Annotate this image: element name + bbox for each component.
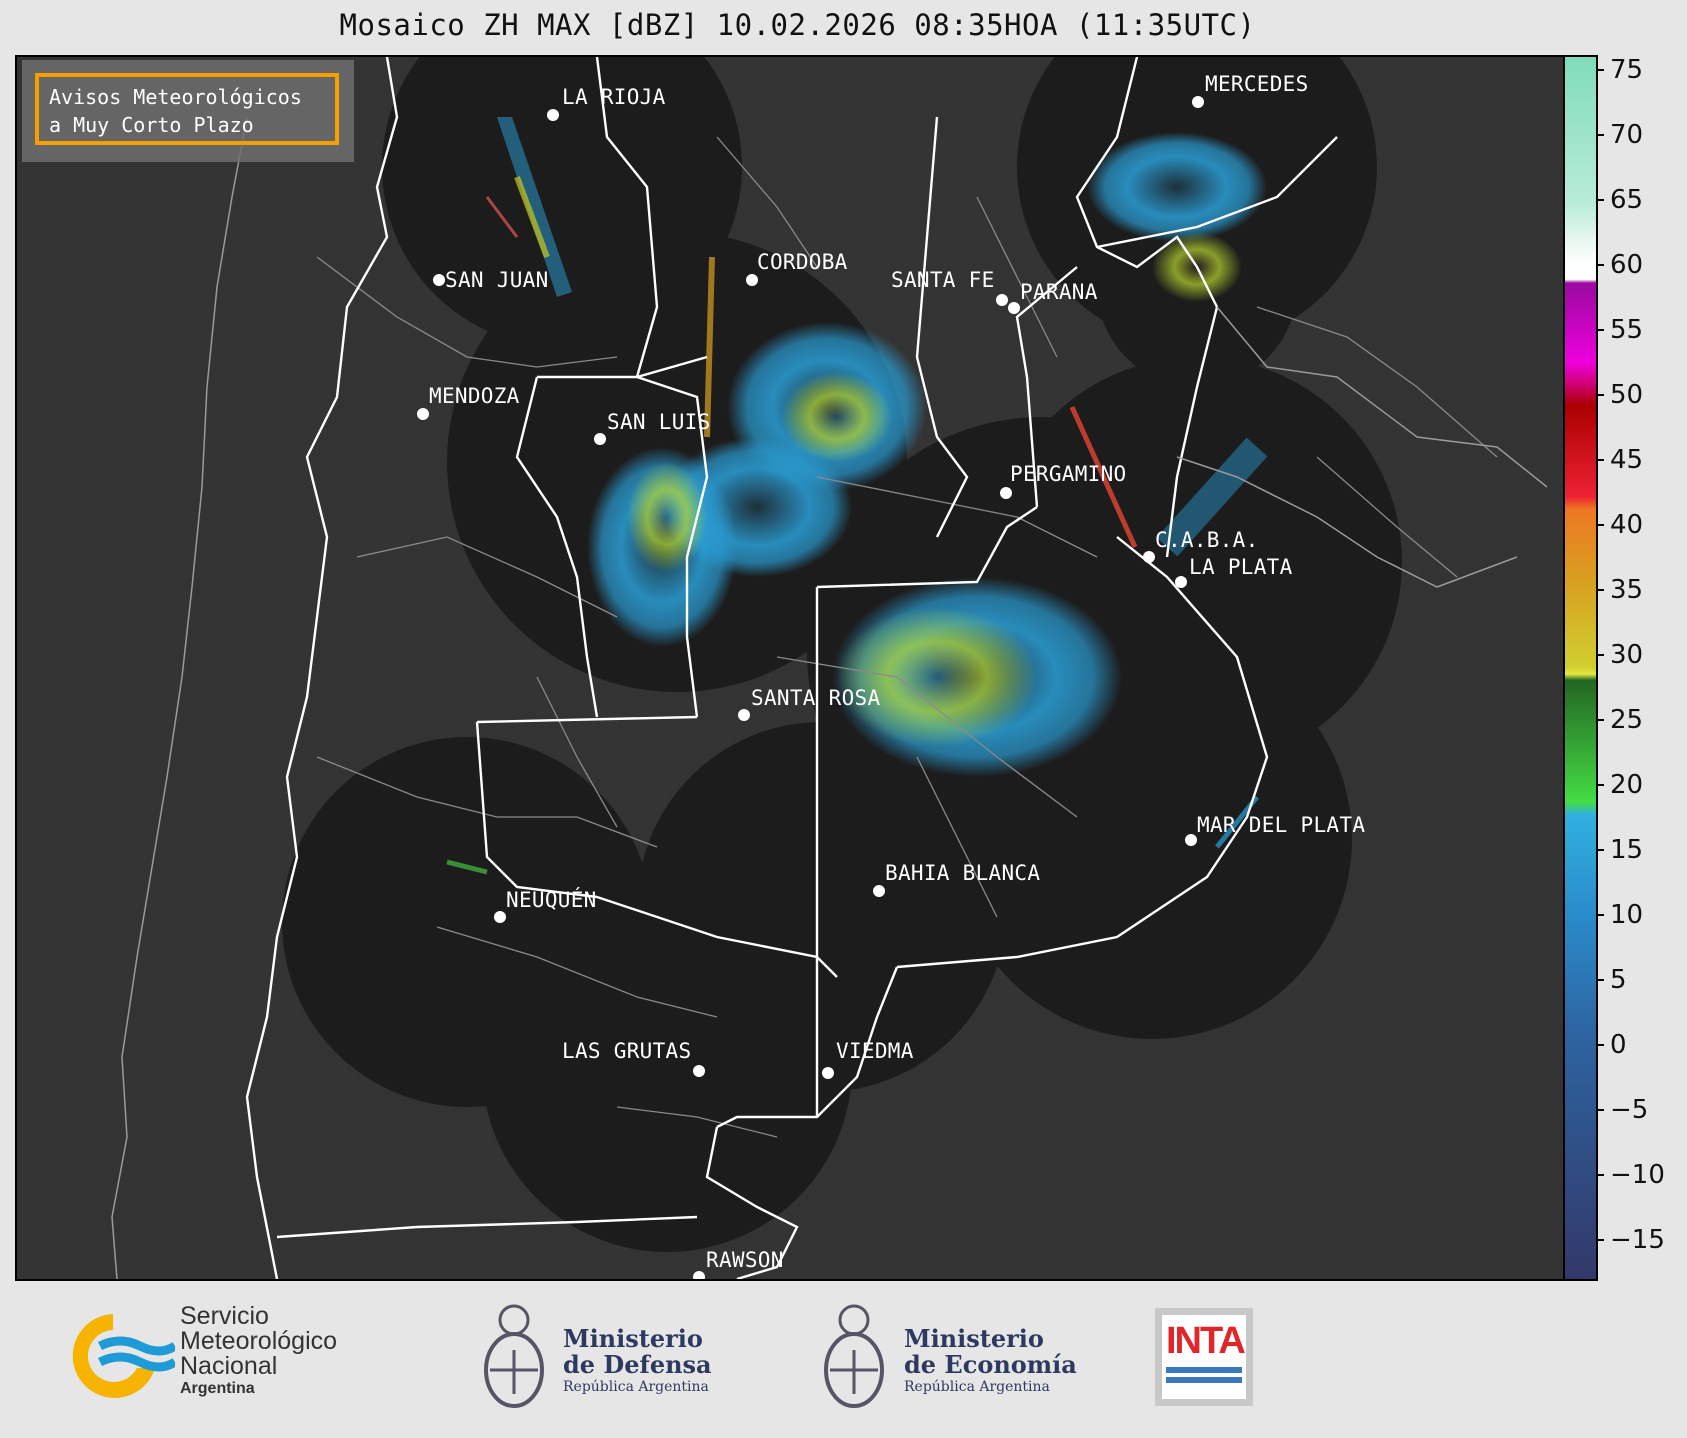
colorbar-tick-mark bbox=[1596, 69, 1604, 71]
colorbar-tick-mark bbox=[1596, 1239, 1604, 1241]
city-label-rawson: RAWSON bbox=[706, 1248, 784, 1272]
smn-line-2: Meteorológico bbox=[180, 1327, 338, 1355]
inta-text: INTA bbox=[1166, 1320, 1246, 1362]
city-label-mar-del-plata: MAR DEL PLATA bbox=[1197, 813, 1366, 837]
colorbar-tick-label: 70 bbox=[1610, 120, 1644, 150]
colorbar-tick-label: 20 bbox=[1610, 770, 1644, 800]
city-label-bahia-blanca: BAHIA BLANCA bbox=[885, 861, 1041, 885]
colorbar-tick-mark bbox=[1596, 524, 1604, 526]
colorbar bbox=[1563, 55, 1598, 1281]
city-label-la-plata: LA PLATA bbox=[1189, 555, 1293, 579]
colorbar-tick-label: 0 bbox=[1610, 1030, 1627, 1060]
colorbar-tick-mark bbox=[1596, 329, 1604, 331]
colorbar-tick-label: 15 bbox=[1610, 835, 1644, 865]
colorbar-tick-label: 40 bbox=[1610, 510, 1644, 540]
colorbar-tick-label: −15 bbox=[1610, 1225, 1665, 1255]
colorbar-tick-mark bbox=[1596, 719, 1604, 721]
map-title: Mosaico ZH MAX [dBZ] 10.02.2026 08:35HOA… bbox=[339, 8, 1256, 42]
colorbar-tick-mark bbox=[1596, 394, 1604, 396]
smn-line-3: Nacional bbox=[180, 1352, 278, 1380]
colorbar-tick-label: 45 bbox=[1610, 445, 1644, 475]
radar-map[interactable] bbox=[15, 55, 1565, 1281]
city-label-santa-fe: SANTA FE bbox=[891, 268, 995, 292]
colorbar-tick-label: 65 bbox=[1610, 185, 1644, 215]
colorbar-tick-mark bbox=[1596, 134, 1604, 136]
colorbar-tick-mark bbox=[1596, 979, 1604, 981]
smn-logo-icon bbox=[72, 1314, 175, 1398]
city-label-la-rioja: LA RIOJA bbox=[562, 85, 666, 109]
colorbar-tick-label: 5 bbox=[1610, 965, 1627, 995]
economia-line-1: Ministerio bbox=[904, 1324, 1044, 1353]
inta-logo: INTA bbox=[1155, 1308, 1253, 1406]
city-label-cordoba: CORDOBA bbox=[757, 250, 848, 274]
colorbar-tick-mark bbox=[1596, 849, 1604, 851]
city-label-parana: PARANA bbox=[1020, 280, 1098, 304]
colorbar-tick-mark bbox=[1596, 914, 1604, 916]
colorbar-tick-mark bbox=[1596, 199, 1604, 201]
colorbar-tick-label: 50 bbox=[1610, 380, 1644, 410]
colorbar-tick-mark bbox=[1596, 784, 1604, 786]
economia-line-3: República Argentina bbox=[904, 1379, 1050, 1395]
city-label-mendoza: MENDOZA bbox=[429, 384, 520, 408]
radar-map-canvas bbox=[17, 57, 1563, 1279]
avisos-line-2: a Muy Corto Plazo bbox=[49, 113, 254, 137]
colorbar-tick-label: 75 bbox=[1610, 55, 1644, 85]
colorbar-gradient bbox=[1565, 57, 1596, 1279]
colorbar-tick-label: 55 bbox=[1610, 315, 1644, 345]
colorbar-tick-mark bbox=[1596, 1174, 1604, 1176]
city-label-mercedes: MERCEDES bbox=[1205, 72, 1309, 96]
colorbar-tick-mark bbox=[1596, 1044, 1604, 1046]
colorbar-tick-label: 30 bbox=[1610, 640, 1644, 670]
colorbar-tick-label: 25 bbox=[1610, 705, 1644, 735]
smn-line-4: Argentina bbox=[180, 1380, 255, 1397]
city-label-las-grutas: LAS GRUTAS bbox=[562, 1039, 692, 1063]
colorbar-tick-mark bbox=[1596, 264, 1604, 266]
colorbar-tick-label: 60 bbox=[1610, 250, 1644, 280]
colorbar-tick-label: 35 bbox=[1610, 575, 1644, 605]
colorbar-tick-mark bbox=[1596, 654, 1604, 656]
city-label-santa-rosa: SANTA ROSA bbox=[751, 686, 881, 710]
colorbar-tick-label: 10 bbox=[1610, 900, 1644, 930]
city-label-san-luis: SAN LUIS bbox=[607, 410, 711, 434]
city-label-neuquen: NEUQUÉN bbox=[506, 888, 597, 912]
city-label-pergamino: PERGAMINO bbox=[1010, 462, 1127, 486]
defensa-line-2: de Defensa bbox=[563, 1350, 712, 1379]
smn-line-1: Servicio bbox=[180, 1302, 269, 1330]
colorbar-tick-label: −10 bbox=[1610, 1160, 1665, 1190]
city-label-viedma: VIEDMA bbox=[836, 1039, 914, 1063]
avisos-line-1: Avisos Meteorológicos bbox=[49, 85, 302, 109]
city-label-caba: C.A.B.A. bbox=[1155, 528, 1259, 552]
colorbar-tick-label: −5 bbox=[1610, 1095, 1649, 1125]
colorbar-tick-mark bbox=[1596, 589, 1604, 591]
defensa-line-1: Ministerio bbox=[563, 1324, 703, 1353]
colorbar-tick-mark bbox=[1596, 1109, 1604, 1111]
defensa-coat-of-arms-icon bbox=[484, 1304, 544, 1408]
economia-coat-of-arms-icon bbox=[824, 1304, 884, 1408]
economia-line-2: de Economía bbox=[904, 1350, 1077, 1379]
footer-logos: Servicio Meteorológico Nacional Argentin… bbox=[0, 1280, 1687, 1438]
colorbar-tick-mark bbox=[1596, 459, 1604, 461]
defensa-line-3: República Argentina bbox=[563, 1379, 709, 1395]
city-label-san-juan: SAN JUAN bbox=[445, 268, 549, 292]
avisos-box[interactable]: Avisos Meteorológicos a Muy Corto Plazo bbox=[35, 73, 339, 145]
